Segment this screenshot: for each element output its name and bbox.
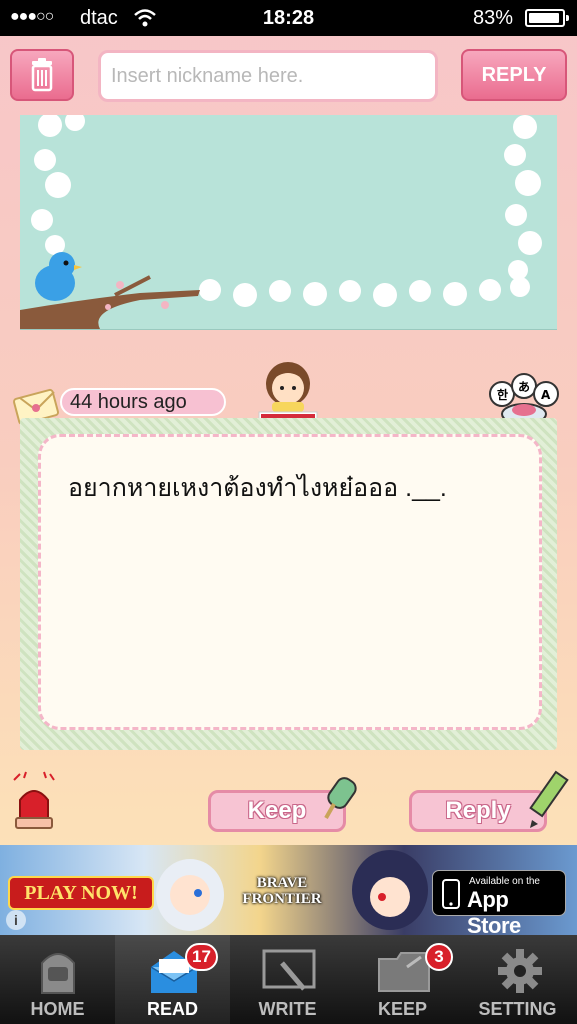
app-store-badge[interactable]: Available on the App Store	[432, 870, 566, 938]
bluebird-icon	[35, 252, 82, 301]
bird-branch-banner	[20, 115, 557, 330]
delete-button[interactable]	[10, 49, 74, 101]
ad-brand-line2: FRONTIER	[242, 891, 322, 907]
ad-info-button[interactable]: i	[6, 910, 26, 930]
battery-percent: 83%	[472, 7, 513, 29]
popsicle-icon	[324, 777, 357, 819]
report-siren-icon[interactable]	[10, 770, 60, 836]
message-text: อยากหายเหงาต้องทำไงหย๋อออ .__.	[68, 474, 447, 502]
tab-setting-label: SETTING	[478, 999, 557, 1019]
tab-setting[interactable]: SETTING	[460, 935, 575, 1024]
time-ago-badge: 44 hours ago	[60, 388, 226, 416]
tab-write-label: WRITE	[258, 999, 317, 1019]
ad-brand-line1: BRAVE	[256, 875, 308, 891]
app-store-line2: App Store	[467, 887, 521, 938]
read-count-badge: 17	[185, 943, 218, 971]
tab-write[interactable]: WRITE	[230, 935, 345, 1024]
tab-home-label: HOME	[30, 999, 85, 1019]
keep-count-badge: 3	[425, 943, 453, 971]
write-icon	[262, 949, 316, 991]
tab-keep[interactable]: 3 KEEP	[345, 935, 460, 1024]
battery-icon	[525, 9, 569, 27]
tab-home[interactable]: HOME	[0, 935, 115, 1024]
status-bar: ●●●○○ dtac 18:28 83%	[0, 0, 577, 36]
ad-play-now-button[interactable]: PLAY NOW!	[8, 876, 154, 910]
cloud-frame-illustration	[20, 115, 542, 329]
svg-text:A: A	[541, 388, 551, 402]
gear-icon	[498, 949, 542, 993]
folder-icon	[378, 952, 430, 992]
tab-read[interactable]: 17 READ	[115, 935, 230, 1024]
mailbox-icon	[41, 953, 75, 994]
tab-read-label: READ	[146, 999, 198, 1019]
phone-icon	[442, 879, 460, 909]
nickname-input[interactable]	[98, 50, 438, 102]
svg-text:한: 한	[497, 387, 508, 402]
tab-keep-label: KEEP	[377, 999, 428, 1019]
trash-icon	[31, 58, 53, 92]
svg-text:あ: あ	[518, 380, 530, 394]
ad-brand-logo: BRAVE FRONTIER	[236, 875, 328, 907]
pencil-icon	[529, 770, 569, 828]
app-store-line1: Available on the	[469, 876, 540, 887]
reply-top-button[interactable]: REPLY	[461, 49, 567, 101]
